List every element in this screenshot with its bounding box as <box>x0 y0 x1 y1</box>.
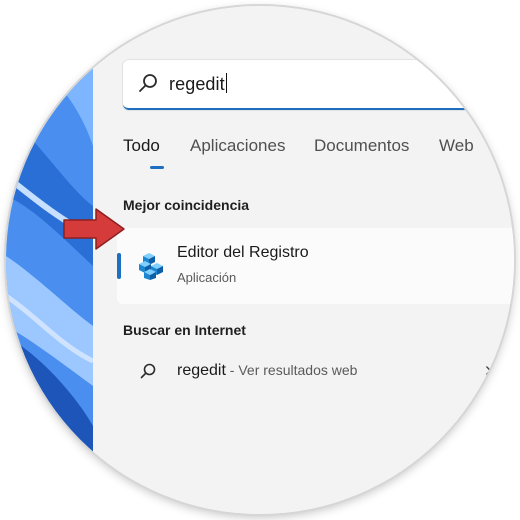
web-search-heading: Buscar en Internet <box>123 322 246 338</box>
best-match-heading: Mejor coincidencia <box>123 197 250 213</box>
registry-editor-icon <box>139 253 163 280</box>
search-input[interactable]: regedit <box>169 73 227 95</box>
search-icon <box>140 363 156 379</box>
web-search-query: regedit <box>177 362 226 379</box>
result-title: Editor del Registro <box>177 244 309 261</box>
web-search-text: regedit - Ver resultados web <box>177 362 357 380</box>
result-type: Aplicación <box>177 270 237 285</box>
red-arrow-annotation <box>63 208 125 250</box>
active-tab-indicator <box>150 166 164 169</box>
desktop-wallpaper <box>6 6 93 514</box>
search-icon <box>139 74 157 92</box>
tab-aplicaciones[interactable]: Aplicaciones <box>190 136 285 156</box>
tab-web[interactable]: Web <box>439 136 474 156</box>
magnifier-callout: regedit Todo Aplicaciones Documentos Web… <box>6 6 514 514</box>
text-caret <box>225 73 227 93</box>
web-search-result[interactable]: regedit - Ver resultados web › <box>117 350 514 394</box>
selection-indicator <box>117 253 121 279</box>
chevron-right-icon[interactable]: › <box>485 359 492 382</box>
best-match-result[interactable]: Editor del Registro Aplicación <box>117 228 514 304</box>
search-panel: regedit Todo Aplicaciones Documentos Web… <box>93 6 514 514</box>
tab-todo[interactable]: Todo <box>123 136 160 156</box>
tab-documentos[interactable]: Documentos <box>314 136 409 156</box>
search-box[interactable]: regedit <box>123 60 514 110</box>
web-search-suffix: - Ver resultados web <box>225 362 358 378</box>
